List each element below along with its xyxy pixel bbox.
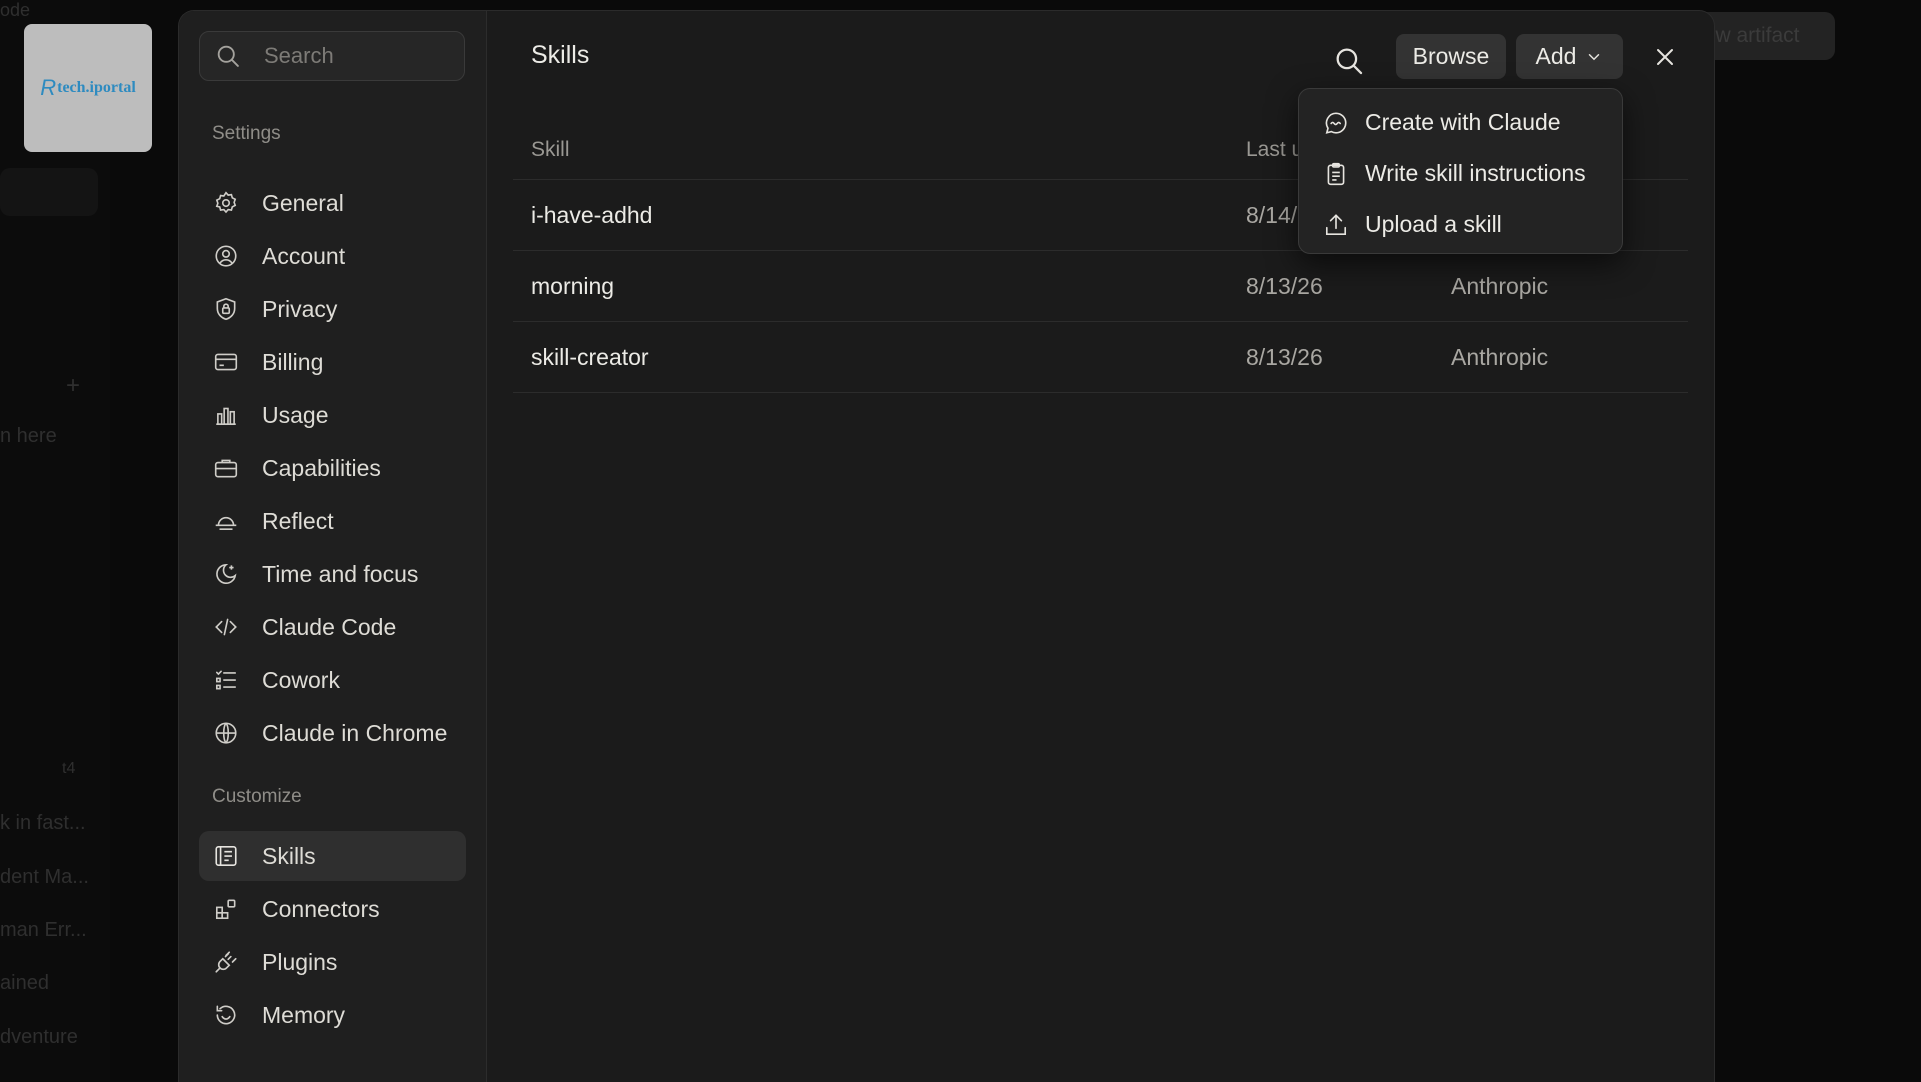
- checklist-icon: [212, 666, 240, 694]
- nav-label: Skills: [262, 842, 316, 869]
- nav-label: Plugins: [262, 948, 338, 975]
- sunrise-icon: [212, 507, 240, 535]
- bar-chart-icon: [212, 401, 240, 429]
- nav-item-time-and-focus[interactable]: Time and focus: [199, 549, 466, 599]
- logo-text: tech.iportal: [57, 79, 136, 96]
- nav-item-account[interactable]: Account: [199, 231, 466, 281]
- nav-item-privacy[interactable]: Privacy: [199, 284, 466, 334]
- globe-icon: [212, 719, 240, 747]
- user-circle-icon: [212, 242, 240, 270]
- nav-label: Account: [262, 242, 346, 269]
- nav-label: Billing: [262, 348, 324, 375]
- nav-item-usage[interactable]: Usage: [199, 390, 466, 440]
- skill-date: 8/13/26: [1246, 272, 1323, 299]
- nav-item-plugins[interactable]: Plugins: [199, 937, 466, 987]
- nav-item-capabilities[interactable]: Capabilities: [199, 443, 466, 493]
- briefcase-icon: [212, 454, 240, 482]
- shield-lock-icon: [212, 295, 240, 323]
- customize-section-label: Customize: [212, 786, 302, 807]
- nav-label: General: [262, 189, 344, 216]
- nav-label: Time and focus: [262, 560, 419, 587]
- backdrop-text: k in fast...: [0, 812, 86, 834]
- customize-nav: Skills Connectors Plugins Memory: [199, 831, 466, 1043]
- skill-author: Anthropic: [1451, 343, 1549, 370]
- settings-section-label: Settings: [212, 123, 281, 144]
- table-row[interactable]: skill-creator 8/13/26 Anthropic: [513, 322, 1688, 393]
- nav-item-claude-in-chrome[interactable]: Claude in Chrome: [199, 708, 466, 758]
- memory-icon: [212, 1001, 240, 1029]
- close-icon[interactable]: [1653, 45, 1677, 69]
- backdrop-text: n here: [0, 425, 57, 447]
- skill-date: 8/13/26: [1246, 343, 1323, 370]
- connectors-icon: [212, 895, 240, 923]
- settings-sidebar: Settings General Account Privacy Billing…: [179, 11, 487, 1082]
- browse-button[interactable]: Browse: [1396, 34, 1506, 79]
- backdrop-text: ained: [0, 972, 49, 994]
- logo-mark: R: [40, 75, 57, 100]
- settings-nav: General Account Privacy Billing Usage Ca…: [199, 178, 466, 761]
- nav-label: Capabilities: [262, 454, 381, 481]
- skill-author: Anthropic: [1451, 272, 1549, 299]
- logo-tile: R tech.iportal: [24, 24, 152, 152]
- chat-bubble-icon: [1325, 111, 1347, 134]
- nav-label: Connectors: [262, 895, 380, 922]
- nav-label: Cowork: [262, 666, 340, 693]
- search-icon: [217, 45, 239, 67]
- menu-item-label: Upload a skill: [1365, 211, 1502, 237]
- nav-label: Claude Code: [262, 613, 397, 640]
- skill-name: morning: [531, 272, 615, 299]
- backdrop-plus: +: [66, 372, 81, 399]
- backdrop-text: ode: [0, 0, 31, 20]
- nav-item-claude-code[interactable]: Claude Code: [199, 602, 466, 652]
- nav-item-billing[interactable]: Billing: [199, 337, 466, 387]
- nav-item-connectors[interactable]: Connectors: [199, 884, 466, 934]
- search-input[interactable]: [262, 42, 456, 70]
- search-box[interactable]: [199, 31, 465, 81]
- nav-item-cowork[interactable]: Cowork: [199, 655, 466, 705]
- menu-item-label: Create with Claude: [1365, 109, 1561, 135]
- nav-item-reflect[interactable]: Reflect: [199, 496, 466, 546]
- column-header-skill[interactable]: Skill: [513, 138, 1246, 162]
- menu-item-label: Write skill instructions: [1365, 160, 1586, 186]
- backdrop-nav-pill: [0, 168, 98, 216]
- menu-item-create-with-claude[interactable]: Create with Claude: [1299, 97, 1622, 148]
- skills-icon: [212, 842, 240, 870]
- nav-item-skills[interactable]: Skills: [199, 831, 466, 881]
- credit-card-icon: [212, 348, 240, 376]
- gear-icon: [212, 189, 240, 217]
- backdrop-text: man Err...: [0, 919, 87, 941]
- nav-label: Memory: [262, 1001, 346, 1028]
- nav-label: Reflect: [262, 507, 334, 534]
- search-icon[interactable]: [1332, 44, 1366, 78]
- add-menu: Create with Claude Write skill instructi…: [1298, 88, 1623, 254]
- upload-icon: [1325, 213, 1347, 235]
- backdrop-text: dventure: [0, 1026, 78, 1048]
- nav-item-memory[interactable]: Memory: [199, 990, 466, 1040]
- table-row[interactable]: morning 8/13/26 Anthropic: [513, 251, 1688, 322]
- code-icon: [212, 613, 240, 641]
- add-button[interactable]: Add: [1516, 34, 1623, 79]
- backdrop-text: dent Ma...: [0, 866, 89, 888]
- page-title: Skills: [531, 41, 590, 69]
- nav-label: Claude in Chrome: [262, 719, 448, 746]
- backdrop-text: t4: [62, 760, 76, 777]
- menu-item-upload-a-skill[interactable]: Upload a skill: [1299, 199, 1622, 250]
- chevron-down-icon: [1589, 53, 1600, 60]
- add-button-label: Add: [1535, 43, 1577, 69]
- clipboard-icon: [1327, 162, 1345, 185]
- menu-item-write-skill-instructions[interactable]: Write skill instructions: [1299, 148, 1622, 199]
- moon-sparkle-icon: [212, 560, 240, 588]
- nav-label: Privacy: [262, 295, 338, 322]
- nav-label: Usage: [262, 401, 329, 428]
- plug-icon: [212, 948, 240, 976]
- nav-item-general[interactable]: General: [199, 178, 466, 228]
- skill-name: skill-creator: [531, 343, 649, 370]
- skill-name: i-have-adhd: [531, 201, 653, 228]
